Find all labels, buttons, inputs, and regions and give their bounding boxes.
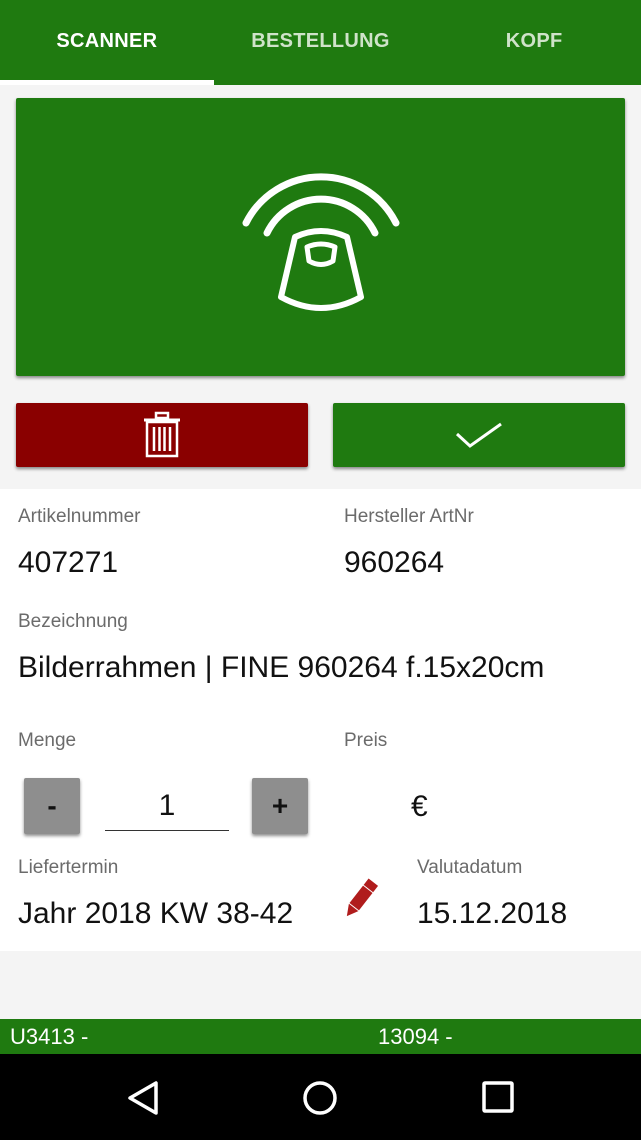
hersteller-artnr-value: 960264 (344, 546, 445, 579)
tab-bestellung[interactable]: BESTELLUNG (214, 0, 428, 85)
trash-icon (144, 411, 180, 458)
delete-button[interactable] (16, 403, 308, 467)
liefertermin-value: Jahr 2018 KW 38-42 (18, 897, 294, 930)
home-icon[interactable] (301, 1079, 339, 1117)
tab-kopf[interactable]: KOPF (427, 0, 641, 85)
navigation-bar (0, 1054, 641, 1140)
scan-button[interactable] (16, 98, 625, 376)
quantity-plus-button[interactable]: + (252, 778, 308, 834)
bezeichnung-value: Bilderrahmen | FINE 960264 f.15x20cm (18, 651, 545, 684)
valutadatum-label: Valutadatum (417, 857, 523, 878)
artikelnummer-value: 407271 (18, 546, 119, 579)
edit-delivery-button[interactable] (340, 872, 382, 924)
tab-scanner[interactable]: SCANNER (0, 0, 214, 85)
bezeichnung-label: Bezeichnung (18, 611, 128, 632)
preis-value: € (411, 790, 428, 823)
quantity-input[interactable]: 1 (105, 784, 229, 831)
recents-icon[interactable] (481, 1080, 515, 1114)
footer-left-text: U3413 - (10, 1024, 89, 1049)
pencil-icon (346, 878, 379, 917)
scanner-icon (242, 173, 399, 311)
status-footer: U3413 - 13094 - (0, 1019, 641, 1054)
tab-bar: SCANNER BESTELLUNG KOPF (0, 0, 641, 85)
quantity-minus-button[interactable]: - (24, 778, 80, 834)
confirm-button[interactable] (333, 403, 625, 467)
back-icon[interactable] (126, 1080, 160, 1116)
menge-label: Menge (18, 730, 77, 751)
artikelnummer-label: Artikelnummer (18, 506, 141, 527)
check-icon (455, 422, 502, 448)
footer-right-text: 13094 - (378, 1024, 453, 1049)
preis-label: Preis (344, 730, 388, 751)
liefertermin-label: Liefertermin (18, 857, 119, 878)
hersteller-artnr-label: Hersteller ArtNr (344, 506, 474, 527)
valutadatum-value: 15.12.2018 (417, 897, 568, 930)
